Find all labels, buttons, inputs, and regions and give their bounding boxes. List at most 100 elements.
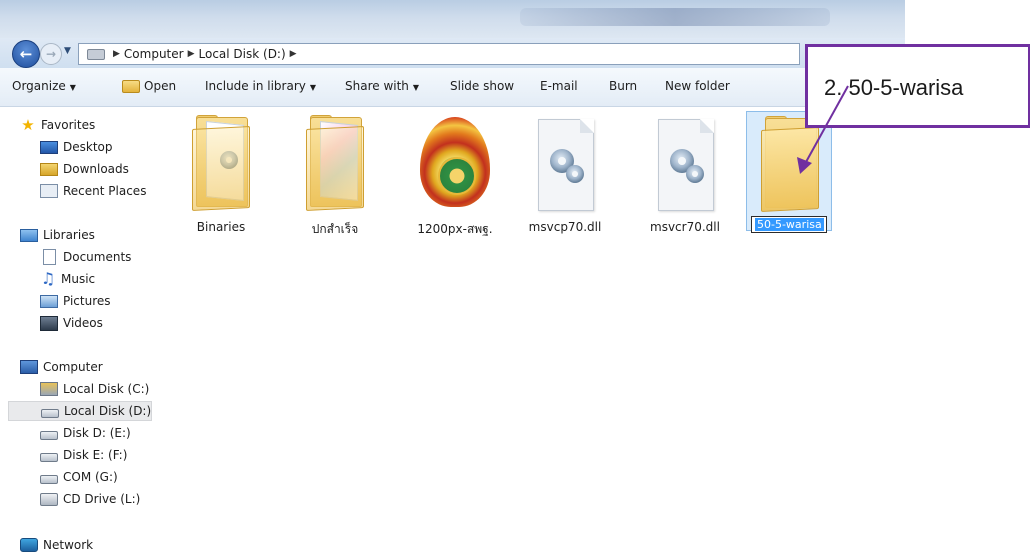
breadcrumb-computer[interactable]: Computer [124,47,184,61]
sidebar-item-label: CD Drive (L:) [63,492,141,506]
recent-pages-dropdown[interactable]: ▼ [64,46,71,56]
folder-icon [761,116,819,212]
sidebar-item-videos[interactable]: Videos [40,313,103,333]
system-drive-icon [40,382,58,396]
sidebar-item-pictures[interactable]: Pictures [40,291,111,311]
window-title-blurred [520,8,830,26]
sidebar-group-label: Libraries [43,228,95,242]
sidebar-item-label: Desktop [63,140,113,154]
sidebar-item-cd-drive-l[interactable]: CD Drive (L:) [40,489,140,509]
open-button[interactable]: Open [122,79,176,93]
back-button[interactable]: ← [12,40,40,68]
file-item-binaries[interactable]: Binaries [178,111,264,234]
organize-button[interactable]: Organize ▼ [12,79,76,93]
command-toolbar: Organize ▼ Open Include in library ▼ Share… [0,68,905,107]
dll-file-icon [656,115,714,211]
documents-icon [43,249,56,265]
include-in-library-button[interactable]: Include in library ▼ [205,79,316,93]
forward-button[interactable]: → [40,43,62,65]
sidebar-item-disk-d-e[interactable]: Disk D: (E:) [40,423,131,443]
share-with-button[interactable]: Share with ▼ [345,79,419,93]
address-bar[interactable]: ▶ Computer ▶ Local Disk (D:) ▶ [78,43,800,65]
breadcrumb-chevron-icon[interactable]: ▶ [290,49,297,59]
breadcrumb-local-disk-d[interactable]: Local Disk (D:) [199,47,286,61]
file-item-msvcr70-dll[interactable]: msvcr70.dll [642,111,728,234]
downloads-folder-icon [40,162,58,176]
sidebar-item-label: Videos [63,316,103,330]
computer-icon [20,360,38,374]
annotation-text: 2. 50-5-warisa [824,75,964,100]
sidebar-group-libraries[interactable]: Libraries [20,225,95,245]
file-item-image-1200px[interactable]: 1200px-สพฐ. [412,111,498,236]
file-item-new-folder[interactable]: 50-5-warisa [746,111,832,233]
sidebar-item-label: Local Disk (D:) [64,404,152,418]
sidebar-item-local-disk-c[interactable]: Local Disk (C:) [40,379,149,399]
navigation-bar: ← → ▼ ▶ Computer ▶ Local Disk (D:) ▶ [0,38,905,68]
drive-icon [40,431,58,440]
chevron-down-icon: ▼ [309,83,317,92]
file-name: msvcr70.dll [650,220,720,234]
file-name: 1200px-สพฐ. [417,222,493,236]
sidebar-item-label: Downloads [63,162,129,176]
navigation-pane: ★ Favorites Desktop Downloads Recent Plac… [0,107,158,555]
chevron-down-icon: ▼ [412,83,420,92]
annotation-callout: 2. 50-5-warisa [805,44,1030,128]
organize-label: Organize [12,79,66,93]
sidebar-group-label: Network [43,538,94,552]
file-item-folder-thai[interactable]: ปกสำเร็จ [292,111,378,236]
sidebar-item-music[interactable]: ♫ Music [40,269,95,289]
drive-icon [40,475,58,484]
email-button[interactable]: E-mail [540,79,578,93]
include-in-library-label: Include in library [205,79,306,93]
sidebar-item-disk-e-f[interactable]: Disk E: (F:) [40,445,127,465]
sidebar-item-documents[interactable]: Documents [40,247,131,267]
file-name: msvcp70.dll [528,220,602,234]
arrow-left-icon: ← [19,45,33,63]
open-folder-icon [122,80,140,93]
emblem-thumbnail [420,115,490,211]
folder-icon [306,115,364,211]
sidebar-item-label: Pictures [63,294,111,308]
libraries-icon [20,228,38,242]
sidebar-item-label: Music [61,272,96,286]
sidebar-item-local-disk-d[interactable]: Local Disk (D:) [8,401,152,421]
sidebar-item-label: Recent Places [63,184,147,198]
star-icon: ★ [21,116,35,134]
window-title-bar [0,0,905,38]
file-name: Binaries [196,220,246,234]
drive-icon [87,48,105,60]
drive-icon [41,409,59,418]
share-with-label: Share with [345,79,409,93]
videos-icon [40,315,58,331]
sidebar-item-recent-places[interactable]: Recent Places [40,181,146,201]
open-label: Open [144,79,177,93]
sidebar-group-label: Favorites [41,118,96,132]
arrow-right-icon: → [45,47,57,61]
slide-show-button[interactable]: Slide show [450,79,514,93]
new-folder-button[interactable]: New folder [665,79,730,93]
sidebar-item-downloads[interactable]: Downloads [40,159,129,179]
sidebar-item-desktop[interactable]: Desktop [40,137,113,157]
cd-drive-icon [40,492,58,506]
breadcrumb-chevron-icon[interactable]: ▶ [188,49,195,59]
sidebar-group-favorites[interactable]: ★ Favorites [20,115,95,135]
dll-file-icon [536,115,594,211]
folder-icon [192,115,250,211]
rename-input[interactable]: 50-5-warisa [751,216,827,233]
sidebar-group-label: Computer [43,360,103,374]
file-item-msvcp70-dll[interactable]: msvcp70.dll [522,111,608,234]
file-list: Binaries ปกสำเร็จ 1200px-สพฐ. msvcp70.dl… [160,107,905,555]
sidebar-item-com-g[interactable]: COM (G:) [40,467,118,487]
chevron-down-icon: ▼ [69,83,76,92]
desktop-icon [40,140,58,154]
network-icon [20,538,38,552]
burn-button[interactable]: Burn [609,79,637,93]
sidebar-item-label: Documents [63,250,132,264]
sidebar-group-computer[interactable]: Computer [20,357,103,377]
file-name: ปกสำเร็จ [311,222,359,236]
breadcrumb-chevron-icon[interactable]: ▶ [113,49,120,59]
sidebar-group-network[interactable]: Network [20,535,93,555]
pictures-icon [40,294,58,308]
sidebar-item-label: COM (G:) [63,470,118,484]
sidebar-item-label: Disk E: (F:) [63,448,128,462]
